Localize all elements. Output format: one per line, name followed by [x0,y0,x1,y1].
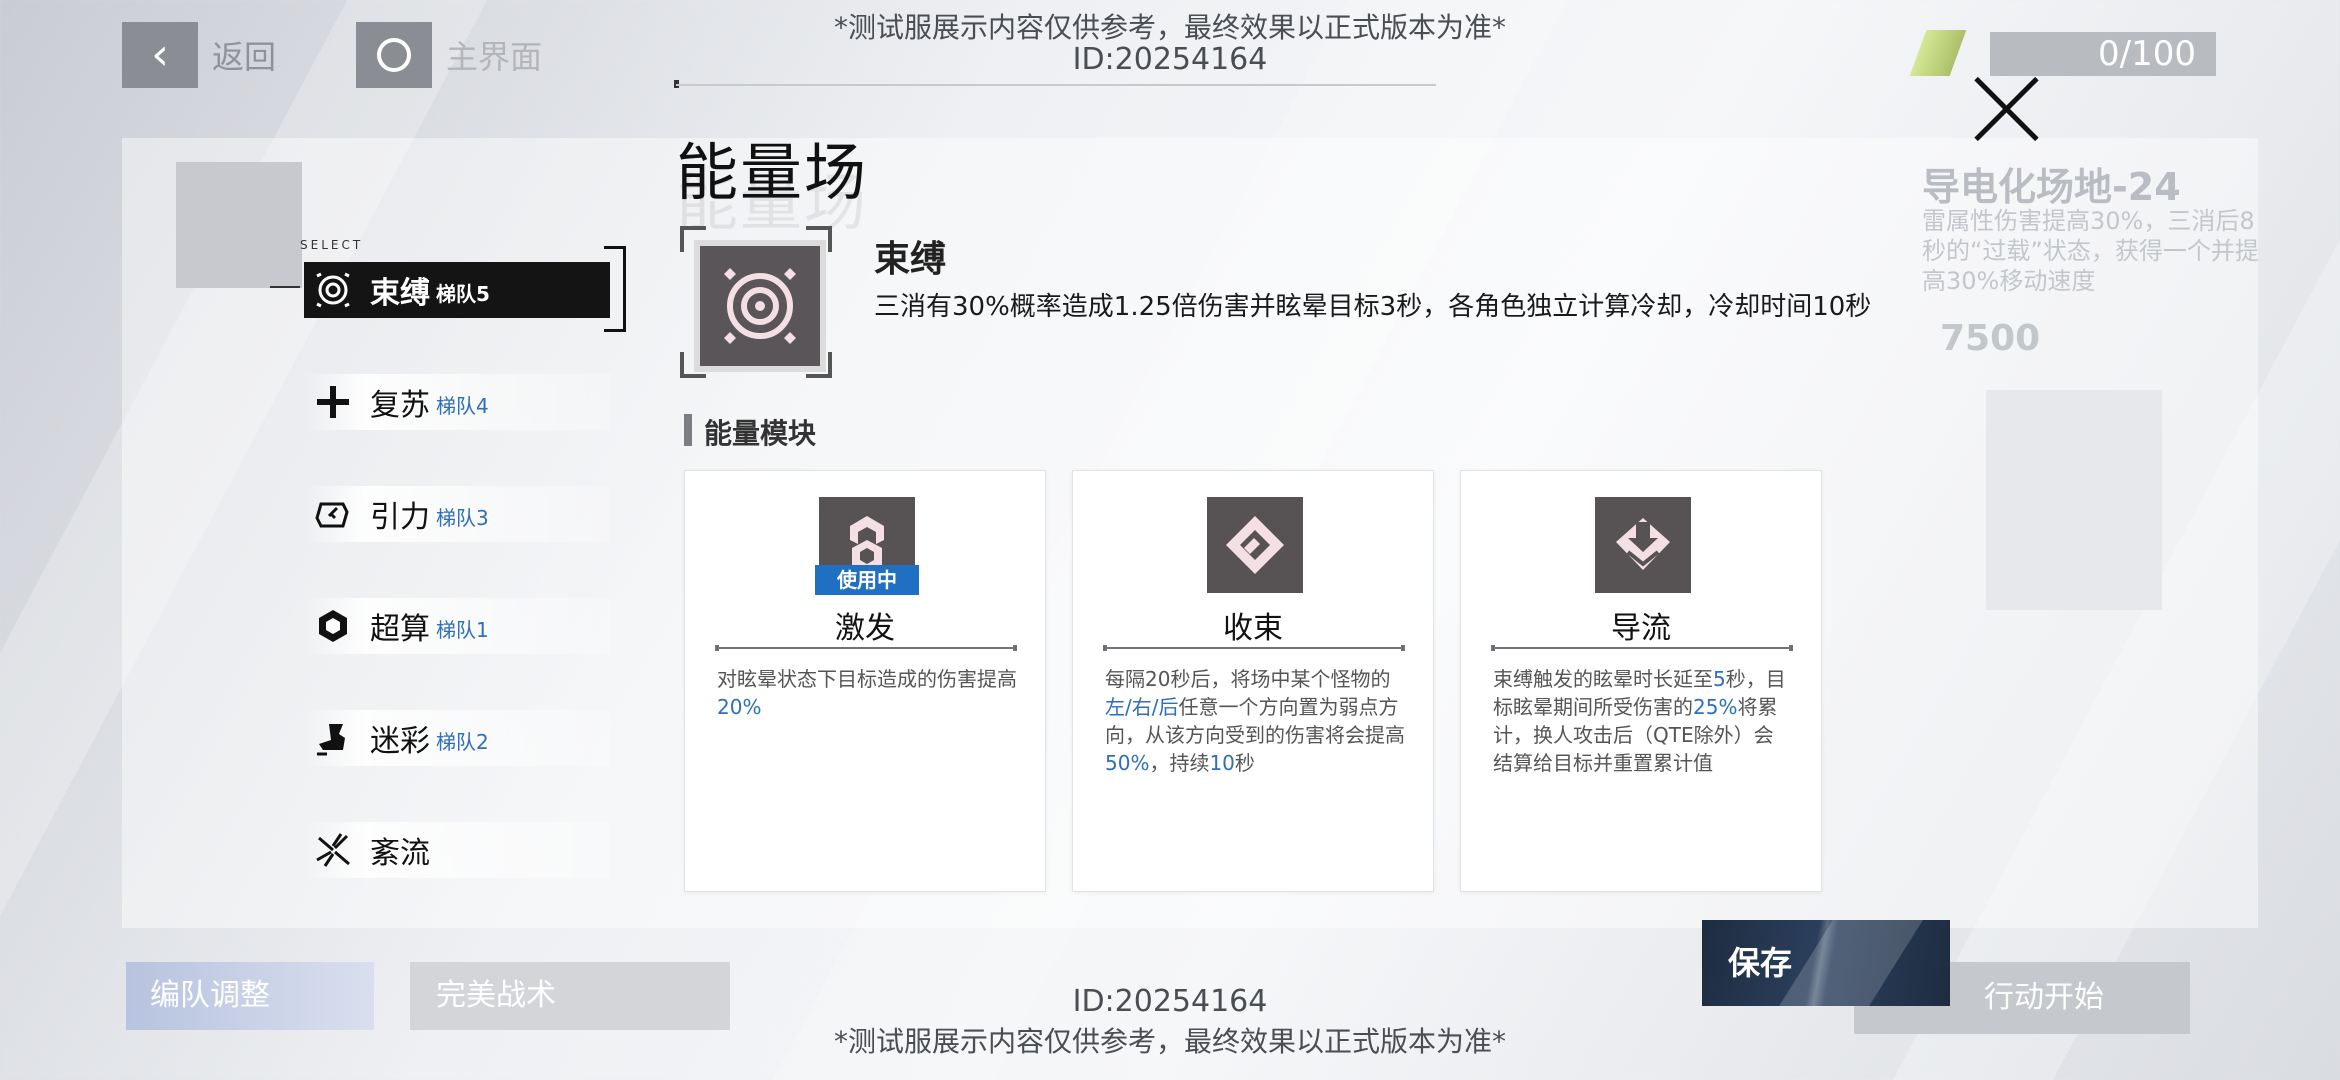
module-card-daoliu[interactable]: 导流 束缚触发的眩晕时长延至5秒，目标眩晕期间所受伤害的25%将累计，换人攻击后… [1460,470,1822,892]
bg-team-card [176,162,302,288]
test-server-notice-top: *测试服展示内容仅供参考，最终效果以正式版本为准* [833,11,1506,44]
field-item-team: 梯队4 [436,393,489,418]
module-name: 收束 [1223,611,1283,646]
cube-icon [312,605,354,647]
target-icon [312,269,354,311]
turbulence-icon [312,829,354,871]
page-title: 能量场 [676,136,869,209]
module-divider [715,645,1017,651]
module-divider [1103,645,1405,651]
selected-field-name: 束缚 [874,239,947,280]
field-item-chaosuan[interactable]: 超算 梯队1 [304,598,610,654]
selected-field-description: 三消有30%概率造成1.25倍伤害并眩晕目标3秒，各角色独立计算冷却，冷却时间1… [874,292,1872,322]
field-item-name: 紊流 [370,836,430,871]
desc-highlight: 20% [717,695,762,719]
active-indicator-line [270,286,300,288]
save-button-label: 保存 [1728,944,1793,982]
desc-text: 每隔20秒后，将场中某个怪物的 [1105,667,1391,691]
module-description: 束缚触发的眩晕时长延至5秒，目标眩晕期间所受伤害的25%将累计，换人攻击后（QT… [1493,665,1793,777]
save-button[interactable]: 保存 [1702,920,1950,1006]
field-item-yinli[interactable]: 引力 梯队3 [304,486,610,542]
desc-highlight: 10 [1209,751,1235,775]
module-divider [1491,645,1793,651]
test-server-notice-bottom: *测试服展示内容仅供参考，最终效果以正式版本为准* [833,1025,1506,1058]
close-button[interactable] [1970,72,2044,146]
gravity-icon [312,493,354,535]
field-item-team: 梯队2 [436,729,489,754]
boot-icon [312,717,354,759]
cross-icon [312,381,354,423]
field-item-name: 引力 [370,500,430,535]
field-item-micai[interactable]: 迷彩 梯队2 [304,710,610,766]
field-item-team: 梯队1 [436,617,489,642]
field-item-name: 超算 [370,612,430,647]
diversion-icon [1595,497,1691,593]
title-rule [676,84,1436,86]
bg-character-card [1986,390,2162,610]
section-label-text: 能量模块 [704,417,817,450]
field-item-fusu[interactable]: 复苏 梯队4 [304,374,610,430]
in-use-badge: 使用中 [815,565,919,595]
field-item-name: 束缚 [370,276,430,311]
module-description: 对眩晕状态下目标造成的伤害提高 20% [717,665,1017,721]
desc-text: 秒 [1234,751,1255,775]
field-item-shufu[interactable]: 束缚 梯队5 [304,262,610,318]
bg-field-desc: 雷属性伤害提高30%，三消后8秒的“过载”状态，获得一个并提高30%移动速度 [1922,207,2259,295]
desc-text: ，持续 [1149,751,1210,775]
field-item-wenliu[interactable]: 紊流 [304,822,610,878]
field-item-name: 复苏 [370,388,430,423]
bg-power-number: 7500 [1940,318,2041,359]
bg-field-title: 导电化场地-24 [1922,165,2181,209]
module-name: 导流 [1611,611,1671,646]
module-card-jifa[interactable]: 使用中 激发 对眩晕状态下目标造成的伤害提高 20% [684,470,1046,892]
target-icon [700,246,820,366]
desc-highlight: 左/右/后 [1105,695,1179,719]
select-tag: SELECT [300,238,364,252]
desc-text: 束缚触发的眩晕时长延至 [1493,667,1713,691]
desc-text: 对眩晕状态下目标造成的伤害提高 [717,667,1017,691]
section-label-modules: 能量模块 [684,412,816,452]
desc-highlight: 5 [1713,667,1726,691]
field-item-team: 梯队5 [436,281,490,306]
desc-highlight: 25% [1693,695,1738,719]
save-button-shade [1779,920,1923,1006]
module-description: 每隔20秒后，将场中某个怪物的左/右/后任意一个方向置为弱点方向，从该方向受到的… [1105,665,1405,777]
desc-highlight: 50% [1105,751,1150,775]
module-card-shoushu[interactable]: 收束 每隔20秒后，将场中某个怪物的左/右/后任意一个方向置为弱点方向，从该方向… [1072,470,1434,892]
field-item-name: 迷彩 [370,724,430,759]
build-id-bottom: ID:20254164 [1072,984,1268,1019]
field-item-team: 梯队3 [436,505,489,530]
module-name: 激发 [835,611,895,646]
converge-icon [1207,497,1303,593]
